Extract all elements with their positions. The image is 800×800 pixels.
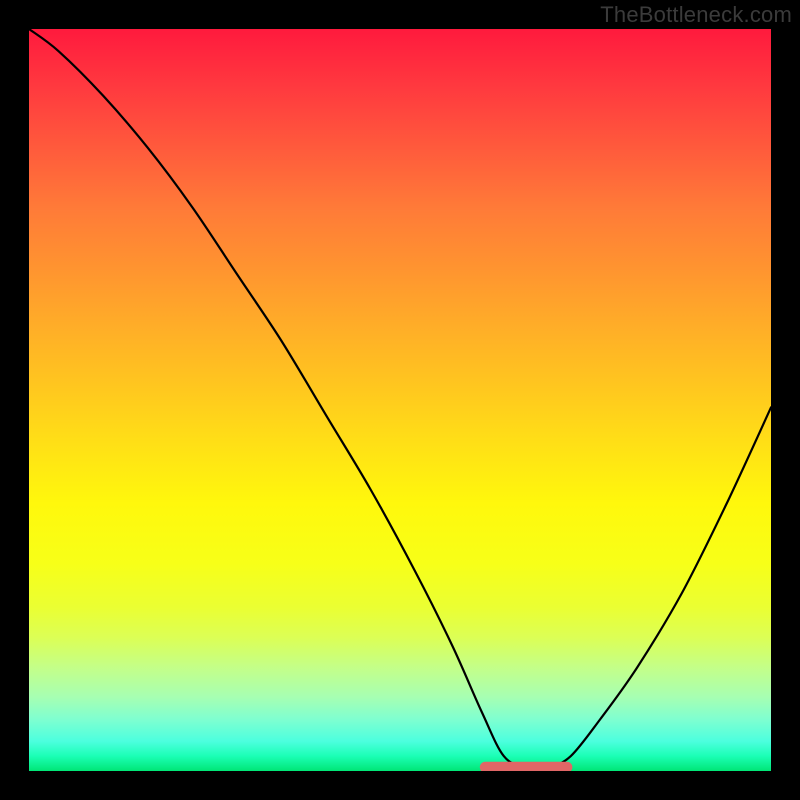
bottleneck-curve bbox=[29, 29, 771, 769]
watermark-text: TheBottleneck.com bbox=[600, 2, 792, 28]
plot-area bbox=[29, 29, 771, 771]
chart-svg bbox=[29, 29, 771, 771]
chart-frame: TheBottleneck.com bbox=[0, 0, 800, 800]
